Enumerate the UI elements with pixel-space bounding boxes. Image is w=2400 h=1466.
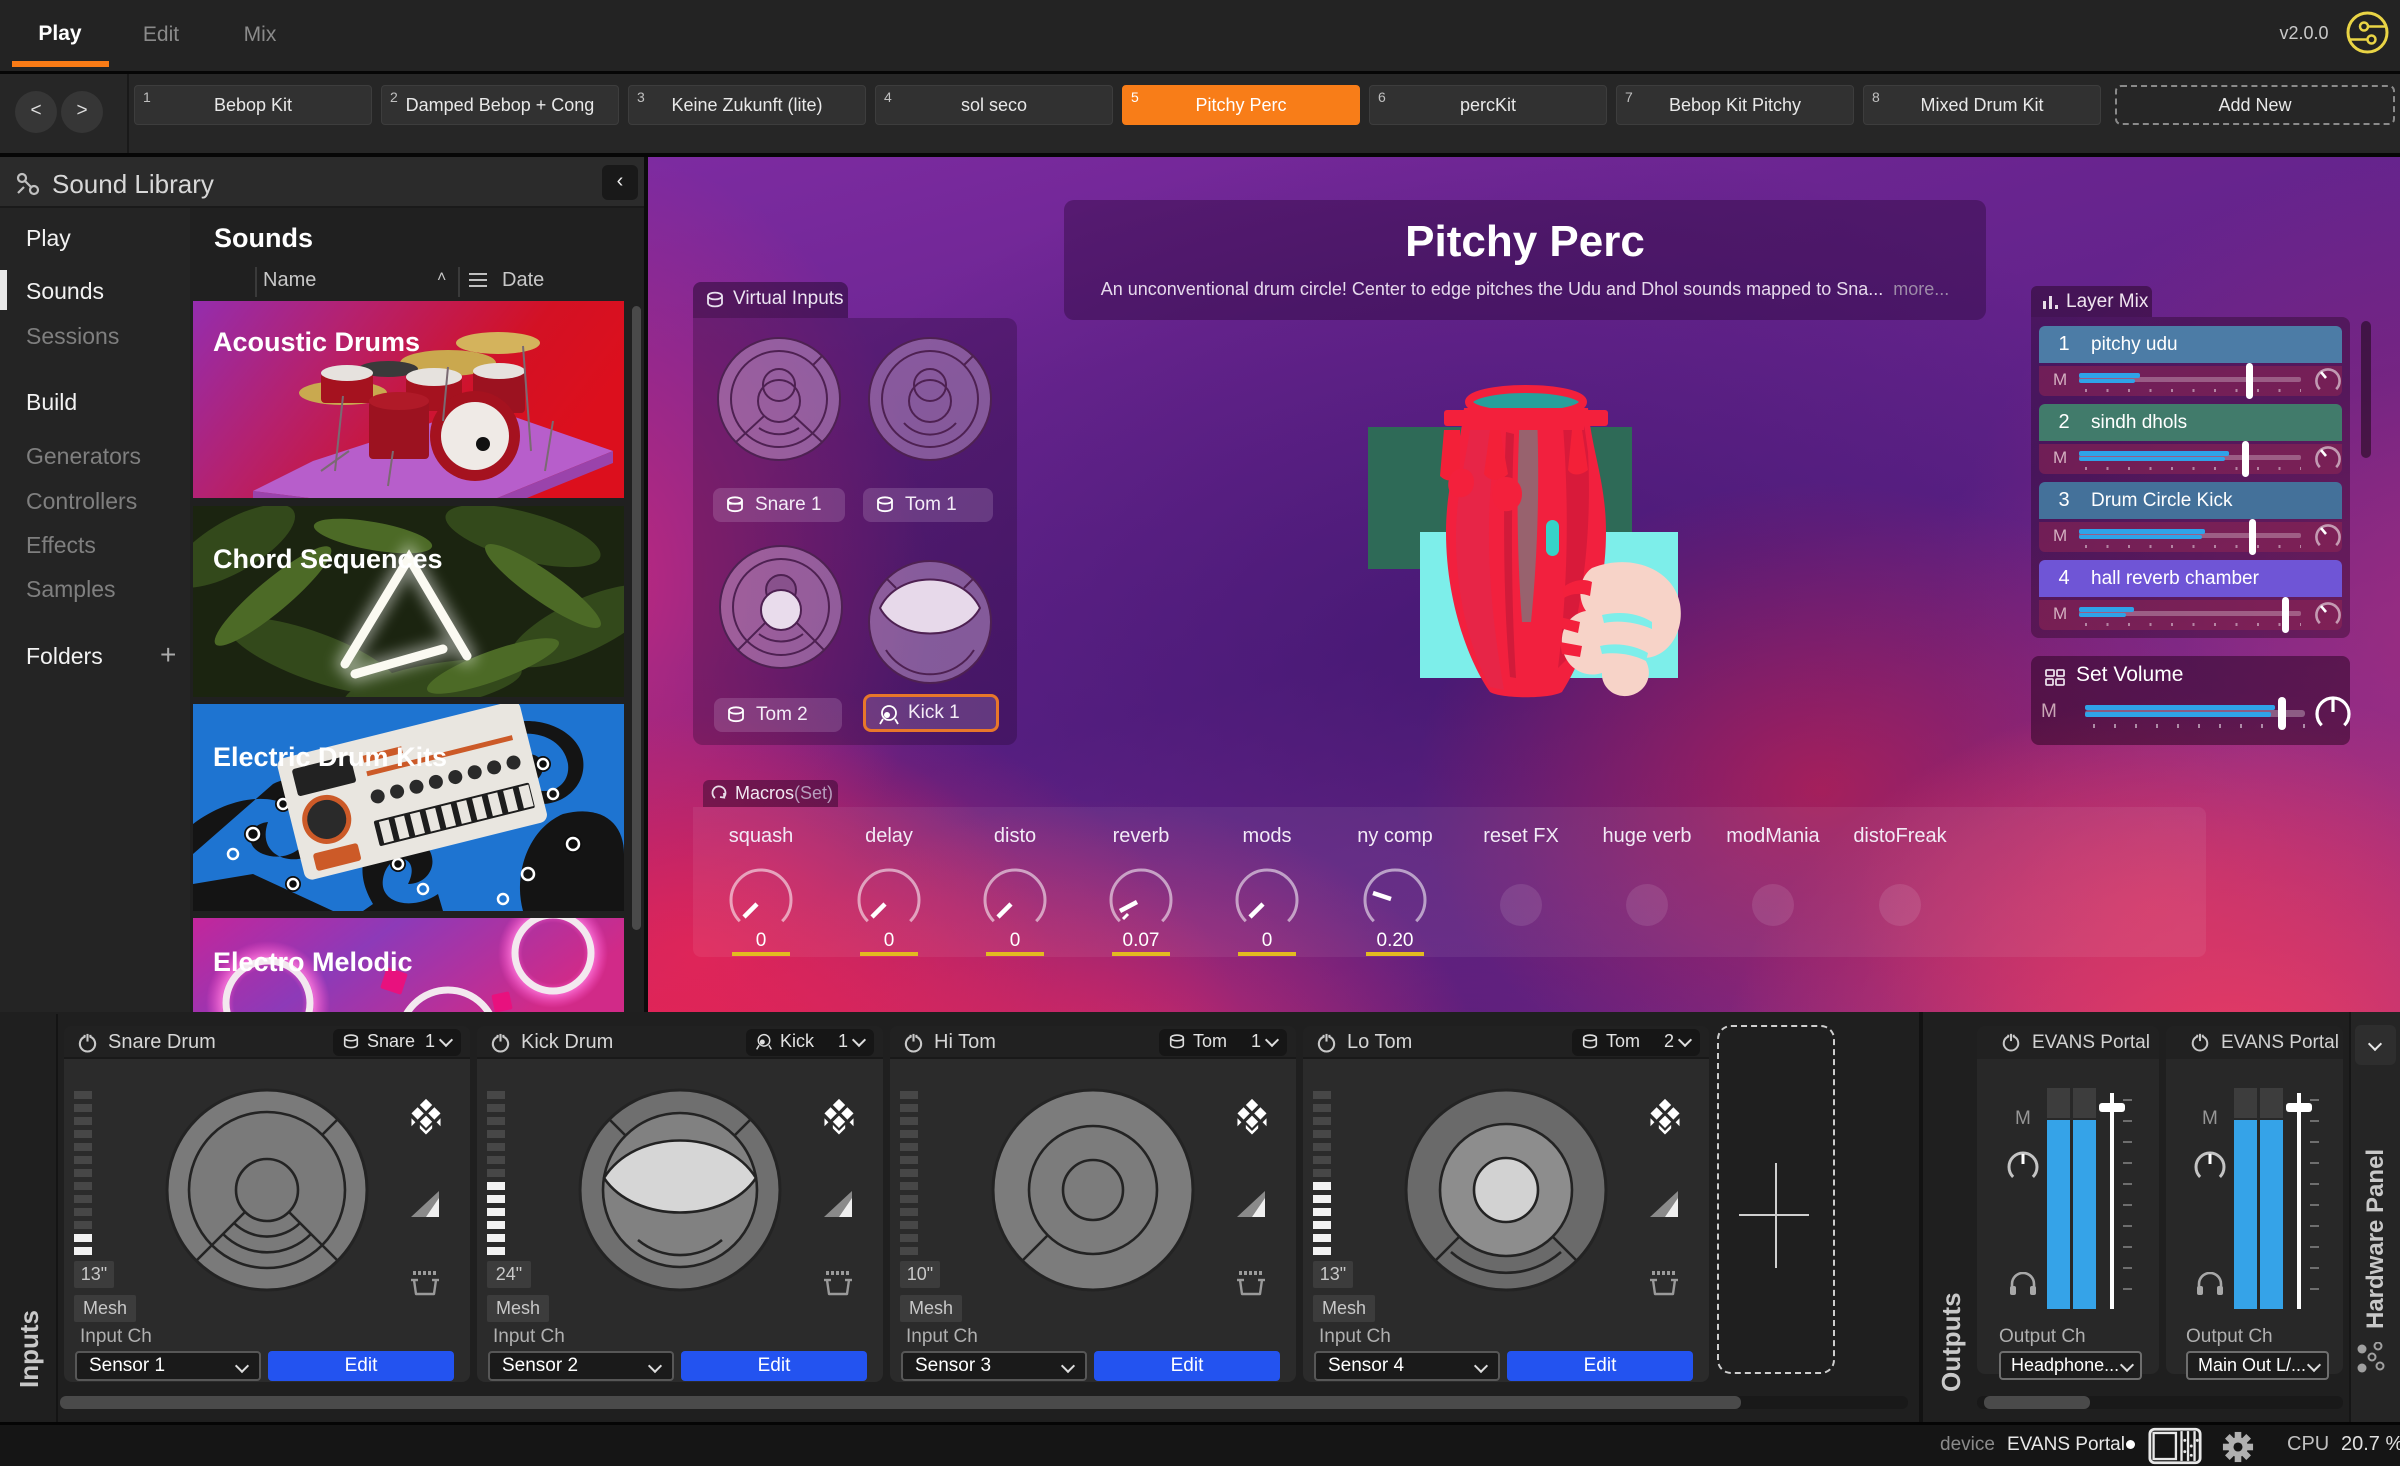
svg-text:Electro Melodic: Electro Melodic	[213, 947, 413, 977]
svg-text:Electric Drum Kits: Electric Drum Kits	[213, 742, 447, 772]
svg-text:Chord Sequences: Chord Sequences	[213, 544, 443, 574]
svg-text:Acoustic Drums: Acoustic Drums	[213, 327, 420, 357]
